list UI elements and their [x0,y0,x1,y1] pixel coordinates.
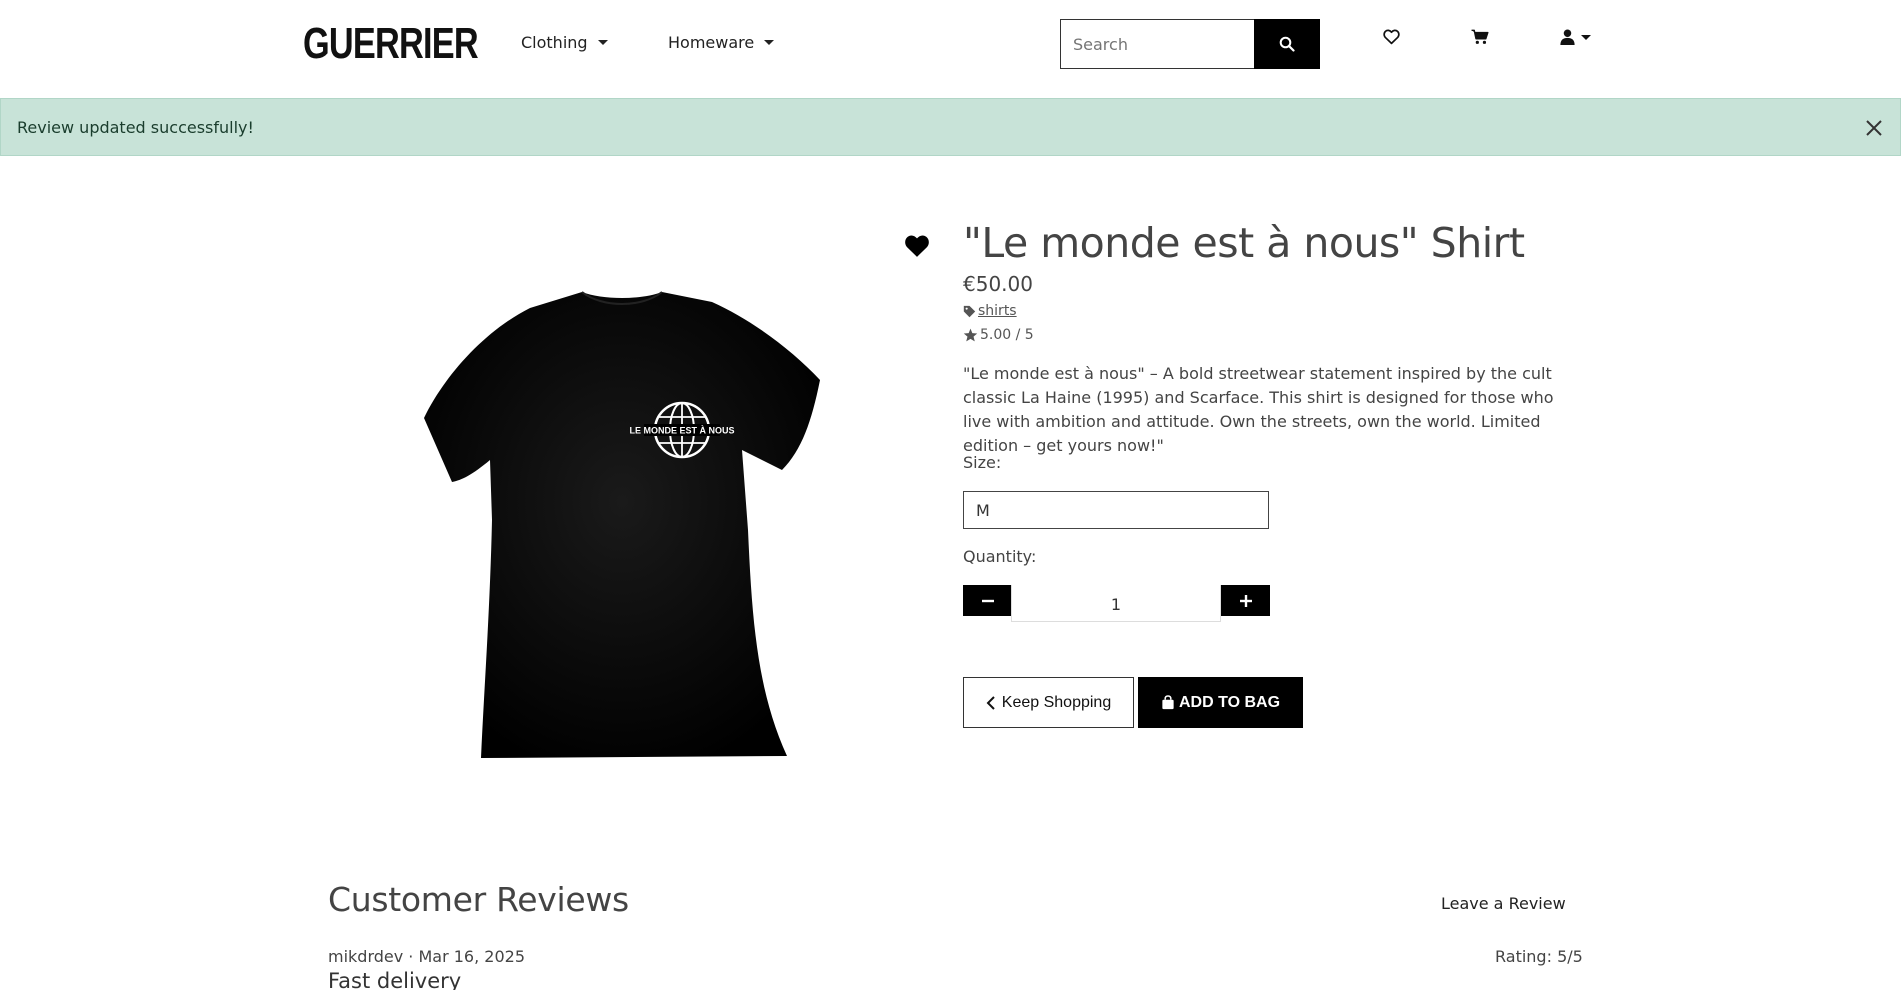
user-icon [1560,29,1575,45]
decrement-button[interactable] [963,585,1012,616]
navbar: GUERRIER Clothing Homeware [0,0,1901,98]
increment-button[interactable] [1221,585,1270,616]
product-description: "Le monde est à nous" – A bold streetwea… [963,364,1554,455]
nav-homeware-label: Homeware [668,33,755,52]
chevron-down-icon [764,40,775,45]
chevron-down-icon [1581,34,1591,40]
quantity-input[interactable]: 1 [1011,585,1221,622]
keep-shopping-button[interactable]: Keep Shopping [963,677,1134,728]
review-author-date: mikdrdev · Mar 16, 2025 [328,947,525,966]
nav-clothing-dropdown[interactable]: Clothing [521,33,608,52]
rating-value: 5.00 / 5 [980,327,1034,343]
chevron-left-icon [986,695,995,710]
close-icon[interactable] [1862,116,1886,140]
wishlist-link[interactable] [1383,29,1400,45]
shopping-bag-icon [1162,695,1174,710]
search-icon [1279,36,1295,52]
add-to-bag-label: ADD TO BAG [1178,693,1281,711]
nav-homeware-dropdown[interactable]: Homeware [668,33,775,52]
brand-logo[interactable]: GUERRIER [303,22,479,66]
product-image: LE MONDE EST À NOUS [424,291,820,758]
keep-shopping-label: Keep Shopping [1001,693,1112,711]
nav-clothing-label: Clothing [521,33,588,52]
success-alert: Review updated successfully! [0,98,1901,156]
product-category: shirts [963,303,1017,319]
review-rating: Rating: 5/5 [1495,947,1583,966]
alert-message: Review updated successfully! [17,117,254,137]
tag-icon [963,305,976,317]
search-button[interactable] [1254,19,1320,69]
quantity-label: Quantity: [963,547,1037,566]
account-dropdown[interactable] [1560,29,1591,45]
product-price: €50.00 [963,272,1033,296]
size-select[interactable]: M [963,491,1269,529]
size-label: Size: [963,453,1002,472]
product-title: "Le monde est à nous" Shirt [963,219,1525,267]
category-link[interactable]: shirts [978,303,1017,319]
leave-review-link[interactable]: Leave a Review [1441,894,1566,913]
cart-icon [1471,29,1489,44]
print-text: LE MONDE EST À NOUS [629,426,734,436]
search-input[interactable] [1060,19,1254,69]
chevron-down-icon [597,40,608,45]
plus-icon [1239,594,1252,607]
heart-icon[interactable] [904,234,930,258]
review-title: Fast delivery [328,969,462,990]
reviews-heading: Customer Reviews [328,880,629,919]
star-icon [963,328,978,342]
add-to-bag-button[interactable]: ADD TO BAG [1138,677,1303,728]
minus-icon [981,599,994,602]
heart-outline-icon [1383,29,1400,45]
product-rating: 5.00 / 5 [963,327,1034,343]
cart-link[interactable] [1471,29,1489,45]
